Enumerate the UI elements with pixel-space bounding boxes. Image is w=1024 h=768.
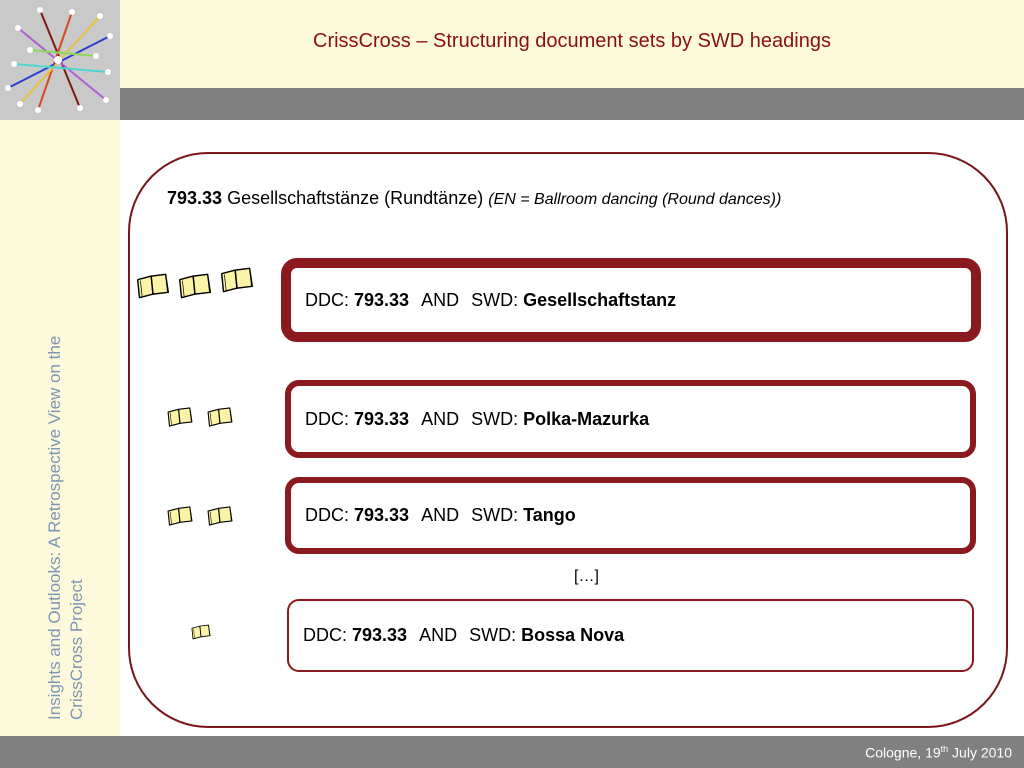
query-text: DDC: 793.33 AND SWD: Gesellschaftstanz [291, 290, 676, 311]
swd-label: SWD: [471, 505, 519, 525]
ddc-heading: 793.33 Gesellschaftstänze (Rundtänze) (E… [167, 188, 781, 209]
ddc-heading-code: 793.33 [167, 188, 223, 208]
ddc-code: 793.33 [354, 289, 410, 310]
ddc-code: 793.33 [354, 408, 410, 429]
query-text: DDC: 793.33 AND SWD: Polka-Mazurka [291, 409, 649, 430]
ddc-label: DDC: [305, 408, 349, 429]
operator: AND [421, 505, 460, 525]
book-icon [177, 272, 213, 305]
ddc-heading-translation: (EN = Ballroom dancing (Round dances)) [488, 191, 782, 208]
query-box-gesellschaftstanz[interactable]: DDC: 793.33 AND SWD: Gesellschaftstanz [281, 258, 981, 342]
ddc-label: DDC: [303, 625, 347, 645]
ddc-heading-label: Gesellschaftstänze (Rundtänze) [227, 188, 484, 208]
book-icon [190, 624, 212, 645]
swd-label: SWD: [471, 289, 519, 310]
crisscross-logo [0, 0, 120, 120]
book-icon [166, 505, 194, 532]
swd-term: Gesellschaftstanz [523, 289, 677, 310]
swd-label: SWD: [471, 408, 519, 429]
header-gray-bar [120, 88, 1024, 120]
book-icon [135, 272, 171, 305]
book-icon [206, 505, 234, 532]
book-icon [166, 406, 194, 433]
footer-bar: Cologne, 19th July 2010 [0, 736, 1024, 768]
ddc-label: DDC: [305, 289, 349, 310]
footer-date: Cologne, 19th July 2010 [865, 744, 1012, 761]
ddc-code: 793.33 [354, 505, 410, 525]
query-text: DDC: 793.33 AND SWD: Tango [291, 505, 576, 526]
swd-term: Tango [523, 505, 576, 525]
slide-title: CrissCross – Structuring document sets b… [313, 30, 831, 52]
query-box-polka-mazurka[interactable]: DDC: 793.33 AND SWD: Polka-Mazurka [285, 380, 976, 458]
swd-label: SWD: [469, 625, 517, 645]
book-icon [206, 406, 234, 433]
operator: AND [421, 289, 460, 310]
ddc-code: 793.33 [352, 625, 408, 645]
ellipsis: […] [574, 568, 599, 585]
query-text: DDC: 793.33 AND SWD: Bossa Nova [289, 625, 624, 646]
side-caption: Insights and Outlooks: A Retrospective V… [45, 335, 86, 720]
query-box-bossa-nova[interactable]: DDC: 793.33 AND SWD: Bossa Nova [287, 599, 974, 672]
swd-term: Bossa Nova [521, 625, 625, 645]
ddc-label: DDC: [305, 505, 349, 525]
book-icon [219, 266, 255, 299]
operator: AND [421, 408, 460, 429]
swd-term: Polka-Mazurka [523, 408, 650, 429]
query-box-tango[interactable]: DDC: 793.33 AND SWD: Tango [285, 477, 976, 554]
operator: AND [419, 625, 458, 645]
crisscross-logo-icon [0, 0, 120, 120]
